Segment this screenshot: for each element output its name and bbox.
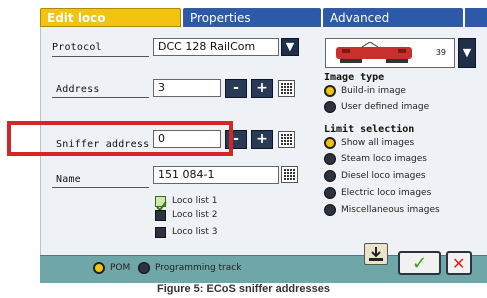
tab-properties[interactable]: Properties: [183, 8, 321, 27]
tab-edit-loco[interactable]: Edit loco: [40, 8, 181, 27]
name-input[interactable]: 151 084-1: [153, 166, 279, 184]
limit-selection-title: Limit selection: [324, 124, 415, 135]
protocol-underline: [52, 56, 149, 57]
loco-list-1-label: Loco list 1: [172, 196, 218, 206]
loco-image-dropdown-button[interactable]: ▼: [458, 38, 476, 68]
cancel-button[interactable]: ✕: [446, 251, 472, 275]
name-underline: [52, 187, 149, 188]
programming-track-radio[interactable]: [138, 262, 150, 274]
name-keyboard-button[interactable]: [281, 166, 298, 183]
sniffer-plus-button[interactable]: +: [251, 130, 273, 149]
checkmark-icon: ✓: [412, 253, 428, 274]
address-underline: [52, 97, 149, 98]
electric-loco-images-radio[interactable]: [324, 187, 336, 199]
loco-list-2-label: Loco list 2: [172, 210, 218, 220]
build-in-image-radio[interactable]: [324, 85, 336, 97]
protocol-label: Protocol: [52, 42, 102, 53]
steam-loco-images-radio[interactable]: [324, 153, 336, 165]
pom-radio[interactable]: [93, 262, 105, 274]
diesel-loco-images-label: Diesel loco images: [341, 171, 426, 181]
sniffer-highlight-box: [7, 121, 233, 156]
tab-overflow: [465, 8, 487, 27]
build-in-image-label: Build-in image: [341, 86, 406, 96]
sniffer-keypad-button[interactable]: [278, 131, 295, 148]
protocol-dropdown-button[interactable]: ▼: [281, 38, 299, 56]
figure-caption: Figure 5: ECoS sniffer addresses: [157, 283, 330, 295]
electric-loco-images-label: Electric loco images: [341, 188, 432, 198]
close-icon: ✕: [452, 254, 466, 273]
address-plus-button[interactable]: +: [251, 79, 273, 98]
protocol-select[interactable]: DCC 128 RailCom: [153, 38, 279, 56]
address-label: Address: [56, 84, 100, 95]
programming-track-label: Programming track: [155, 263, 242, 273]
address-input[interactable]: 3: [153, 79, 221, 97]
user-defined-image-label: User defined image: [341, 102, 430, 112]
ok-button[interactable]: ✓: [398, 251, 441, 275]
address-minus-button[interactable]: -: [225, 79, 247, 98]
keyboard-icon: [284, 169, 295, 180]
loco-list-2-checkbox[interactable]: [155, 210, 166, 221]
diesel-loco-images-radio[interactable]: [324, 170, 336, 182]
chevron-down-icon: ▼: [462, 46, 472, 59]
chevron-down-icon: ▼: [285, 40, 295, 53]
show-all-images-label: Show all images: [341, 138, 415, 148]
loco-list-3-label: Loco list 3: [172, 227, 218, 237]
user-defined-image-radio[interactable]: [324, 101, 336, 113]
show-all-images-radio[interactable]: [324, 137, 336, 149]
pom-label: POM: [110, 263, 131, 273]
download-arrow-icon: [369, 247, 383, 261]
name-label: Name: [56, 174, 81, 185]
tab-advanced[interactable]: Advanced: [323, 8, 463, 27]
keypad-icon: [281, 83, 292, 94]
keypad-icon: [281, 134, 292, 145]
miscellaneous-images-label: Miscellaneous images: [341, 205, 440, 215]
loco-image-select[interactable]: 39: [325, 38, 455, 68]
address-keypad-button[interactable]: [278, 80, 295, 97]
image-type-title: Image type: [324, 72, 385, 83]
loco-list-1-checkbox[interactable]: [155, 196, 167, 212]
steam-loco-images-label: Steam loco images: [341, 154, 427, 164]
electric-locomotive-icon: [336, 42, 412, 63]
loco-list-3-checkbox[interactable]: [155, 227, 166, 238]
miscellaneous-images-radio[interactable]: [324, 204, 336, 216]
loco-image-number: 39: [435, 48, 446, 57]
read-from-track-button[interactable]: [364, 243, 388, 265]
